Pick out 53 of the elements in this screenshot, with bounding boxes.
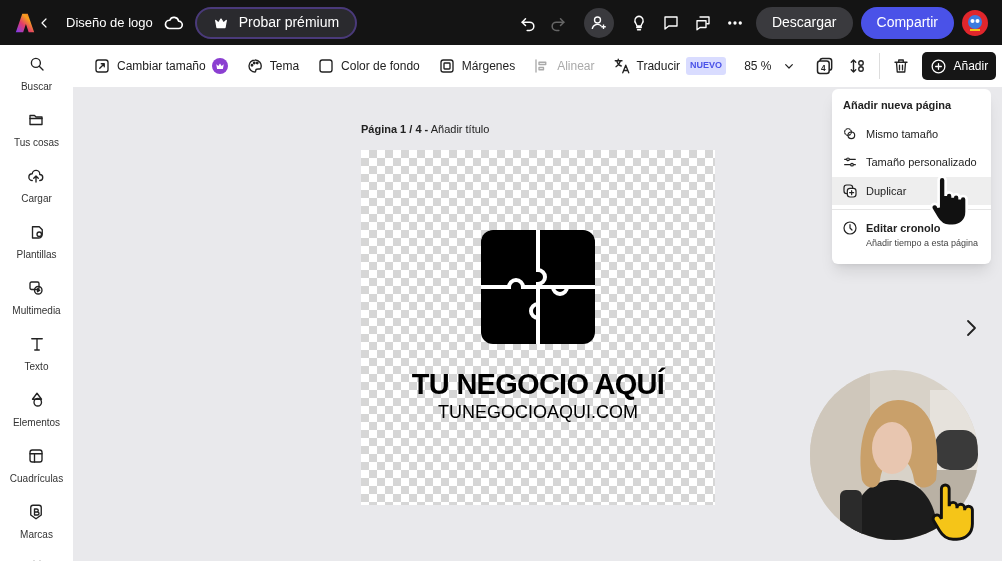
menu-item[interactable]: Tamaño personalizado	[832, 148, 991, 177]
download-button[interactable]: Descargar	[755, 6, 853, 39]
grid-layout-icon[interactable]	[27, 447, 46, 465]
share-button[interactable]: Compartir	[860, 6, 954, 39]
app-logo-icon[interactable]	[14, 11, 36, 34]
duplicate-icon	[842, 182, 858, 199]
plus-circle-icon	[930, 57, 948, 75]
sidebar-item[interactable]: Buscar	[20, 79, 53, 94]
avatar[interactable]	[962, 9, 988, 36]
media-icon[interactable]	[27, 279, 46, 297]
sidebar-item[interactable]: Elementos	[12, 415, 61, 430]
clock-icon	[842, 220, 858, 236]
premium-button[interactable]: Probar prémium	[194, 6, 358, 39]
document-title[interactable]: Diseño de logo	[66, 12, 153, 33]
menu-title: Añadir nueva página	[842, 98, 953, 113]
zoom-level[interactable]: 85 %	[744, 57, 772, 75]
sidebar-item[interactable]: Tus cosas	[13, 135, 60, 150]
sidebar-item[interactable]: Cuadrículas	[9, 471, 64, 486]
translate-icon	[612, 57, 631, 75]
add-button[interactable]: Añadir	[922, 52, 997, 80]
color-square-icon	[317, 57, 336, 75]
menu-item-label: Mismo tamaño	[866, 126, 939, 142]
sidebar-item[interactable]: Plantillas	[16, 247, 57, 262]
new-badge: NUEVO	[686, 57, 727, 75]
puzzle-icon	[481, 230, 595, 344]
menu-item-label: Editar cronolo	[866, 221, 942, 236]
menu-item-description: Añadir tiempo a esta página	[866, 236, 979, 250]
copy-size-icon	[842, 125, 858, 142]
invite-button[interactable]	[583, 7, 614, 38]
comment-icon[interactable]	[661, 13, 680, 32]
trash-icon[interactable]	[892, 57, 911, 75]
palette-icon	[245, 57, 264, 75]
margins-icon	[437, 57, 456, 75]
menu-item[interactable]: Mismo tamaño	[832, 119, 991, 148]
menu-item-label: Tamaño personalizado	[866, 155, 977, 170]
toolbar-button[interactable]: Cambiar tamaño	[93, 51, 228, 81]
page-title[interactable]: Página 1 / 4 - Añadir título	[361, 121, 490, 138]
toolbar-button[interactable]: Traducir NUEVO	[612, 51, 727, 81]
upload-cloud-icon[interactable]	[27, 167, 46, 185]
premium-badge-icon	[211, 58, 228, 74]
toolbar-button[interactable]: Tema	[245, 51, 300, 81]
toolbar-button[interactable]: Color de fondo	[317, 51, 420, 81]
resize-icon	[93, 57, 111, 75]
logo-url: TUNEGOCIOAQUI.COM	[438, 403, 638, 421]
sidebar-item[interactable]: Marcas	[20, 527, 53, 542]
add-person-icon	[589, 13, 608, 32]
menu-item-label: Duplicar	[866, 183, 907, 199]
menu-item[interactable]: Editar cronolo Añadir tiempo a esta página	[832, 209, 991, 256]
chat-bubbles-icon[interactable]	[693, 13, 712, 32]
toolbar-button[interactable]: Márgenes	[437, 51, 516, 81]
sidebar-item[interactable]: Cargar	[21, 191, 52, 206]
sidebar-item[interactable]: Texto	[24, 359, 49, 374]
sidebar-item[interactable]: Multimedia	[12, 303, 61, 318]
